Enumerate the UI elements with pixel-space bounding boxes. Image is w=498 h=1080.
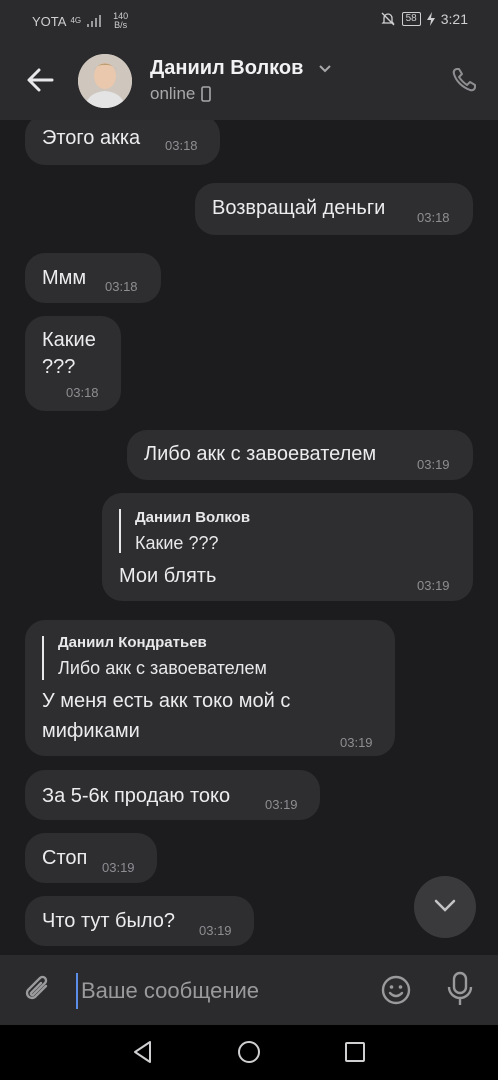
message-text: Стоп [42, 847, 88, 869]
message-time: 03:19 [417, 578, 450, 593]
message-text: Возвращай деньги [212, 197, 386, 219]
network-speed-unit: B/s [114, 20, 128, 30]
chevron-down-icon [434, 899, 456, 912]
clock: 3:21 [440, 11, 468, 27]
message-input[interactable] [76, 973, 373, 1009]
reply-quote-bar [119, 509, 121, 553]
microphone-icon[interactable] [446, 971, 474, 1007]
paperclip-icon[interactable] [22, 973, 56, 1007]
message-bubble-incoming[interactable]: За 5-6к продаю токо 03:19 [25, 770, 320, 820]
message-text: За 5-6к продаю токо [42, 785, 231, 807]
nav-home-icon[interactable] [236, 1039, 262, 1065]
message-bubble-incoming[interactable]: Что тут было? 03:19 [25, 896, 254, 946]
message-time: 03:19 [340, 735, 373, 750]
reply-quote-text: Либо акк с завоевателем [58, 658, 267, 678]
mobile-device-icon [201, 86, 212, 102]
message-bubble-incoming-reply[interactable]: Даниил Кондратьев Либо акк с завоевателе… [25, 620, 395, 756]
message-list[interactable]: Этого акка 03:18 Возвращай деньги 03:18 … [0, 120, 498, 955]
status-bar-right: 58 3:21 [380, 11, 468, 27]
network-type: 4G [70, 16, 82, 25]
network-speed: 140 B/s [113, 12, 128, 30]
message-bubble-outgoing-reply[interactable]: Даниил Волков Какие ??? Мои блять 03:19 [102, 493, 473, 601]
contact-status: online [150, 84, 212, 104]
reply-quote-text: Какие ??? [135, 533, 219, 553]
back-arrow-icon[interactable] [22, 62, 58, 98]
system-nav-bar [0, 1025, 498, 1080]
nav-back-icon[interactable] [130, 1039, 156, 1065]
message-time: 03:18 [165, 138, 198, 153]
message-time: 03:18 [105, 279, 138, 294]
message-time: 03:18 [417, 210, 450, 225]
message-composer [0, 955, 498, 1025]
message-bubble-incoming[interactable]: Какие ??? 03:18 [25, 316, 121, 411]
message-time: 03:19 [102, 860, 135, 875]
chat-header: Даниил Волков online [0, 40, 498, 120]
message-time: 03:19 [417, 457, 450, 472]
status-bar-left: YOTA 4G 140 B/s [32, 12, 128, 30]
scroll-to-bottom-button[interactable] [414, 876, 476, 938]
status-bar: YOTA 4G 140 B/s 58 3:21 [0, 0, 498, 40]
message-bubble-outgoing[interactable]: Возвращай деньги 03:18 [195, 183, 473, 235]
reply-quote-author: Даниил Волков [135, 509, 251, 526]
avatar-image [78, 54, 132, 108]
message-time: 03:19 [199, 923, 232, 938]
charging-icon [426, 12, 435, 26]
phone-call-icon[interactable] [450, 66, 478, 94]
reply-quote-bar [42, 636, 44, 680]
message-text-line2: мификами [42, 720, 140, 742]
carrier-label: YOTA [32, 13, 67, 29]
message-text: Какие [42, 329, 96, 351]
message-text: Мои блять [119, 565, 217, 587]
message-text: Либо акк с завоевателем [144, 443, 377, 465]
message-text: Ммм [42, 267, 87, 289]
battery-level: 58 [401, 12, 421, 26]
message-text: Что тут было? [42, 910, 176, 932]
message-time: 03:19 [265, 797, 298, 812]
message-bubble-incoming[interactable]: Ммм 03:18 [25, 253, 161, 303]
online-status: online [150, 84, 196, 103]
message-bubble-outgoing[interactable]: Либо акк с завоевателем 03:19 [127, 430, 473, 480]
nav-recents-icon[interactable] [342, 1039, 368, 1065]
message-text: Этого акка [42, 127, 141, 149]
avatar[interactable] [78, 54, 132, 108]
contact-name[interactable]: Даниил Волков [150, 57, 303, 80]
message-bubble-incoming[interactable]: Стоп 03:19 [25, 833, 157, 883]
message-bubble-incoming[interactable]: Этого акка 03:18 [25, 120, 220, 165]
signal-icon [87, 15, 102, 27]
message-text-line2: ??? [42, 356, 76, 378]
chevron-down-icon[interactable] [318, 64, 332, 74]
reply-quote-author: Даниил Кондратьев [58, 634, 207, 651]
message-text: У меня есть акк токо мой с [42, 690, 291, 712]
mute-bell-icon [381, 12, 395, 26]
message-time: 03:18 [66, 385, 99, 400]
emoji-smile-icon[interactable] [380, 974, 412, 1006]
